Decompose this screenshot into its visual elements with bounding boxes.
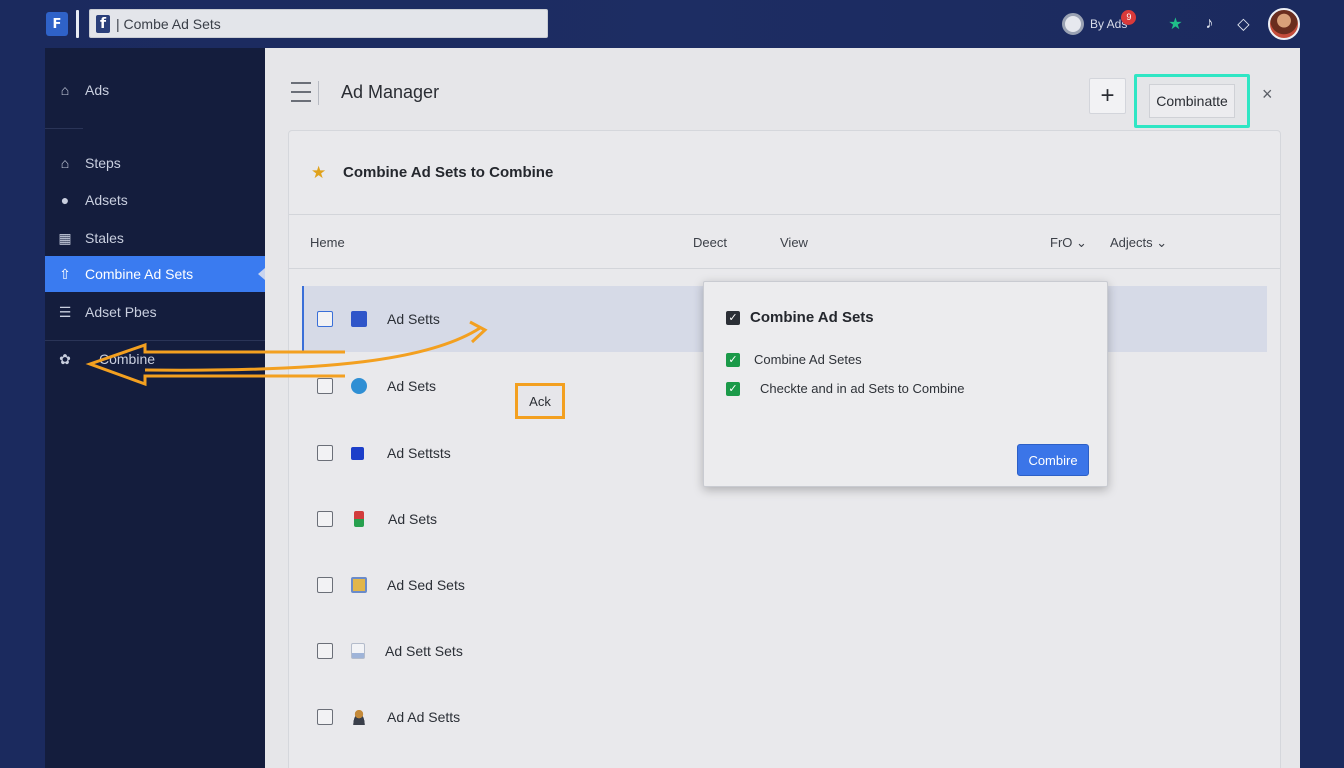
sidebar: ⌂ Ads ⌂ Steps ● Adsets ▦ Stales ⇧ Combin… — [45, 48, 265, 768]
dialog-option-text: Checkte and in ad Sets to Combine — [760, 381, 965, 396]
column-deect[interactable]: Deect — [693, 235, 727, 250]
document-icon — [351, 643, 365, 659]
notification-badge[interactable]: 9 — [1121, 9, 1137, 25]
row-checkbox[interactable] — [317, 643, 333, 659]
sidebar-item-adset-pbes[interactable]: ☰ Adset Pbes — [45, 294, 265, 330]
address-bar[interactable]: f | Combe Ad Sets — [89, 9, 548, 38]
browser-topbar: F f | Combe Ad Sets By Ads 9 ★ ♪ ◇ — [0, 0, 1344, 48]
image-icon — [351, 577, 367, 593]
main-area: Ad Manager + Combinatte × ★ Combine Ad S… — [265, 48, 1300, 768]
row-label: Ad Sed Sets — [387, 577, 465, 593]
combine-confirm-button[interactable]: Combire — [1017, 444, 1089, 476]
column-home[interactable]: Heme — [310, 235, 345, 250]
add-button[interactable]: + — [1089, 78, 1126, 114]
dialog-option-1[interactable]: ✓ Combine Ad Setes — [726, 352, 862, 367]
table-row[interactable]: Ad Sett Sets — [302, 618, 1267, 684]
music-icon[interactable]: ♪ — [1198, 13, 1220, 35]
row-label: Ad Setts — [387, 311, 440, 327]
checkbox-checked-icon[interactable]: ✓ — [726, 352, 740, 367]
dialog-title: ✓ Combine Ad Sets — [726, 309, 874, 326]
panel-title: Combine Ad Sets to Combine — [343, 164, 554, 181]
checked-icon[interactable]: ✓ — [726, 310, 740, 325]
sidebar-item-label: Ads — [85, 82, 110, 98]
square-icon — [351, 446, 364, 460]
row-checkbox[interactable] — [317, 378, 333, 394]
combine-dialog: ✓ Combine Ad Sets ✓ Combine Ad Setes ✓ C… — [703, 281, 1108, 487]
app-logo-icon[interactable]: F — [46, 12, 68, 36]
sidebar-item-label: Adset Pbes — [85, 304, 157, 320]
dialog-option-2[interactable]: ✓ Checkte and in ad Sets to Combine — [726, 381, 965, 396]
ask-callout-highlight[interactable]: Ack — [515, 383, 565, 419]
sidebar-item-steps[interactable]: ⌂ Steps — [45, 145, 265, 181]
sidebar-item-label: Adsets — [85, 192, 128, 208]
combinate-button[interactable]: Combinatte — [1149, 84, 1235, 118]
profile-icon[interactable] — [1062, 13, 1084, 35]
address-text: | Combe Ad Sets — [116, 15, 221, 32]
header-divider — [318, 81, 319, 105]
sidebar-divider — [45, 128, 83, 129]
active-caret-icon — [258, 268, 265, 280]
table-row[interactable]: Ad Sets — [302, 486, 1267, 552]
table-row[interactable]: Ad Sed Sets — [302, 552, 1267, 618]
folder-icon — [351, 311, 367, 327]
dialog-title-text: Combine Ad Sets — [750, 309, 874, 326]
combinate-button-highlight[interactable]: Combinatte — [1134, 74, 1250, 128]
row-checkbox[interactable] — [317, 311, 333, 327]
hamburger-menu-icon[interactable] — [291, 82, 311, 102]
shape-icon — [354, 511, 364, 527]
person-icon — [351, 709, 367, 725]
top-right-controls: By Ads 9 ★ ♪ ◇ — [1062, 8, 1301, 40]
row-label: Ad Sets — [387, 378, 437, 394]
row-checkbox[interactable] — [317, 577, 333, 593]
settings-icon: ✿ — [59, 350, 71, 367]
table-row[interactable]: Ad Ad Setts — [302, 684, 1267, 750]
star-icon: ★ — [311, 163, 327, 182]
row-checkbox[interactable] — [317, 709, 333, 725]
circle-icon: ● — [60, 192, 70, 208]
dialog-option-text: Combine Ad Setes — [754, 352, 862, 367]
home-icon: ⌂ — [60, 82, 70, 98]
globe-icon — [351, 378, 367, 394]
row-checkbox[interactable] — [317, 511, 333, 527]
page-title: Ad Manager — [341, 82, 440, 102]
steps-icon: ⌂ — [60, 155, 70, 171]
close-icon[interactable]: × — [1262, 84, 1273, 105]
column-fro-dropdown[interactable]: FrO ⌄ — [1050, 235, 1087, 251]
panel-header: ★ Combine Ad Sets to Combine — [289, 131, 1280, 215]
green-star-icon[interactable]: ★ — [1164, 13, 1186, 35]
user-avatar[interactable] — [1268, 8, 1301, 40]
row-label: Ad Sett Sets — [385, 643, 463, 659]
table-header: Heme Deect View FrO ⌄ Adjects ⌄ — [289, 215, 1280, 269]
list-icon: ☰ — [58, 303, 72, 320]
sidebar-item-label: Combine — [99, 351, 156, 367]
combine-icon: ⇧ — [59, 265, 71, 282]
sidebar-item-label: Combine Ad Sets — [85, 266, 194, 282]
row-label: Ad Sets — [388, 511, 438, 527]
toolbar-divider — [76, 10, 79, 38]
checkbox-checked-icon[interactable]: ✓ — [726, 381, 740, 396]
facebook-icon: f — [96, 14, 110, 33]
sidebar-item-stales[interactable]: ▦ Stales — [45, 220, 265, 256]
sidebar-item-label: Stales — [85, 230, 124, 246]
sidebar-item-combine[interactable]: ✿ Combine — [45, 341, 265, 377]
column-adjects-dropdown[interactable]: Adjects ⌄ — [1110, 235, 1167, 251]
ad-sets-panel: ★ Combine Ad Sets to Combine Heme Deect … — [288, 130, 1281, 768]
sidebar-item-ads[interactable]: ⌂ Ads — [45, 72, 265, 108]
sidebar-item-adsets[interactable]: ● Adsets — [45, 182, 265, 218]
row-label: Ad Ad Setts — [387, 709, 461, 725]
row-checkbox[interactable] — [317, 445, 333, 461]
extension-icon[interactable]: ◇ — [1232, 13, 1254, 35]
grid-icon: ▦ — [58, 229, 72, 246]
sidebar-item-combine-ad-sets[interactable]: ⇧ Combine Ad Sets — [45, 256, 265, 292]
sidebar-item-label: Steps — [85, 155, 121, 171]
row-label: Ad Settsts — [387, 445, 451, 461]
column-view[interactable]: View — [780, 235, 808, 250]
